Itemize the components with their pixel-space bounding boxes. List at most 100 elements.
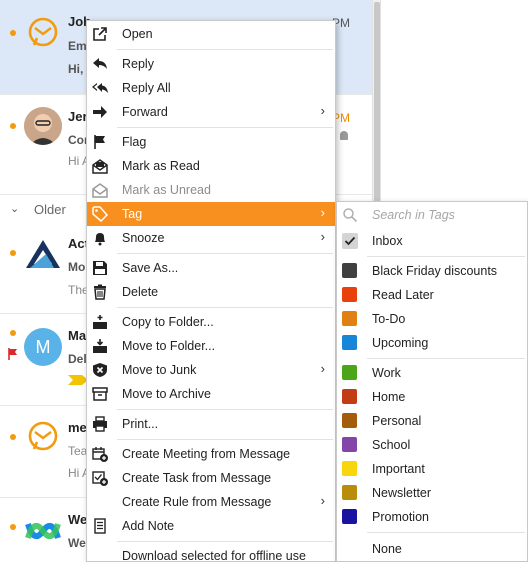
tag-color-swatch — [342, 263, 357, 278]
printer-icon — [92, 416, 108, 432]
archive-icon — [92, 386, 108, 402]
tag-color-swatch — [342, 311, 357, 326]
menu-item-print[interactable]: Print... — [87, 412, 335, 436]
tag-item[interactable]: Personal — [337, 409, 527, 433]
tag-color-swatch — [342, 335, 357, 350]
submenu-separator — [367, 256, 525, 257]
emclient-logo — [24, 418, 62, 456]
tag-item-inbox[interactable]: Inbox — [337, 229, 527, 253]
submenu-arrow-icon: › — [320, 229, 325, 244]
search-icon — [342, 207, 358, 223]
menu-item-tag[interactable]: Tag › — [87, 202, 335, 226]
unread-dot — [10, 250, 16, 256]
rule-icon — [92, 494, 108, 510]
menu-item-download-offline[interactable]: Download selected for offline use — [87, 544, 335, 562]
tag-item[interactable]: Home — [337, 385, 527, 409]
bell-icon — [340, 131, 348, 140]
open-external-icon — [92, 26, 108, 42]
submenu-arrow-icon: › — [320, 205, 325, 220]
tag-item[interactable]: Read Later — [337, 283, 527, 307]
tag-color-swatch — [342, 461, 357, 476]
move-folder-icon — [92, 338, 108, 354]
submenu-arrow-icon: › — [320, 493, 325, 508]
menu-item-save-as[interactable]: Save As... — [87, 256, 335, 280]
sender-name: Ma — [68, 328, 87, 343]
menu-item-create-meeting[interactable]: Create Meeting from Message — [87, 442, 335, 466]
menu-item-move-to-junk[interactable]: Move to Junk › — [87, 358, 335, 382]
save-icon — [92, 260, 108, 276]
menu-item-mark-as-read[interactable]: Mark as Read — [87, 154, 335, 178]
subject: We — [68, 536, 86, 550]
menu-separator — [117, 307, 333, 308]
menu-item-move-to-folder[interactable]: Move to Folder... — [87, 334, 335, 358]
scrollbar-thumb[interactable] — [374, 2, 380, 214]
chevron-down-icon: ⌄ — [10, 203, 20, 215]
menu-item-create-task[interactable]: Create Task from Message — [87, 466, 335, 490]
reply-all-icon — [92, 80, 108, 96]
tag-color-swatch — [342, 509, 357, 524]
menu-separator — [117, 439, 333, 440]
preview: Hi, — [68, 62, 84, 76]
submenu-separator — [367, 358, 525, 359]
menu-item-open[interactable]: Open — [87, 22, 335, 46]
tag-item[interactable]: Work — [337, 361, 527, 385]
menu-item-reply-all[interactable]: Reply All — [87, 76, 335, 100]
reply-icon — [92, 56, 108, 72]
menu-item-forward[interactable]: Forward › — [87, 100, 335, 124]
tag-item[interactable]: School — [337, 433, 527, 457]
submenu-arrow-icon: › — [320, 361, 325, 376]
menu-separator — [117, 541, 333, 542]
context-menu: Open Reply Reply All Forward › Flag Mark… — [86, 20, 336, 562]
tag-item-none[interactable]: None — [337, 537, 527, 561]
menu-separator — [117, 253, 333, 254]
menu-item-delete[interactable]: Delete — [87, 280, 335, 304]
subject: Mo — [68, 260, 86, 274]
sender-name: We — [68, 512, 88, 527]
unread-dot — [10, 123, 16, 129]
mountain-logo — [24, 234, 62, 272]
tag-submenu: Search in Tags Inbox Black Friday discou… — [336, 201, 528, 562]
menu-item-add-note[interactable]: Add Note — [87, 514, 335, 538]
submenu-separator — [367, 532, 525, 533]
tag-color-swatch — [342, 389, 357, 404]
junk-icon — [92, 362, 108, 378]
task-add-icon — [92, 470, 108, 486]
menu-item-flag[interactable]: Flag — [87, 130, 335, 154]
tag-icon — [92, 206, 109, 223]
unread-dot — [10, 524, 16, 530]
unread-dot — [10, 330, 16, 336]
note-icon — [92, 518, 108, 534]
menu-item-create-rule[interactable]: Create Rule from Message › — [87, 490, 335, 514]
menu-separator — [117, 409, 333, 410]
group-label: Older — [34, 202, 66, 217]
trash-icon — [92, 284, 108, 300]
tag-item[interactable]: Promotion — [337, 505, 527, 529]
mark-unread-icon — [92, 182, 108, 198]
unread-dot — [10, 434, 16, 440]
tag-color-swatch — [342, 437, 357, 452]
copy-folder-icon — [92, 314, 108, 330]
subject: Del — [68, 352, 87, 366]
menu-item-reply[interactable]: Reply — [87, 52, 335, 76]
tag-search-input[interactable]: Search in Tags — [337, 202, 527, 228]
tag-item[interactable]: Important — [337, 457, 527, 481]
menu-separator — [117, 49, 333, 50]
sender-name: Jer — [68, 109, 88, 124]
menu-item-copy-to-folder[interactable]: Copy to Folder... — [87, 310, 335, 334]
subject: Tea — [68, 444, 88, 458]
tag-item[interactable]: Newsletter — [337, 481, 527, 505]
menu-item-snooze[interactable]: Snooze › — [87, 226, 335, 250]
tag-item[interactable]: Black Friday discounts — [337, 259, 527, 283]
menu-item-move-to-archive[interactable]: Move to Archive — [87, 382, 335, 406]
avatar-letter: M — [35, 337, 51, 357]
tag-item[interactable]: To-Do — [337, 307, 527, 331]
unread-dot — [10, 30, 16, 36]
tag-color-swatch — [342, 365, 357, 380]
webex-logo — [24, 512, 62, 550]
emclient-logo — [24, 14, 62, 52]
tag-color-swatch — [342, 413, 357, 428]
sender-name: me — [68, 420, 87, 435]
forward-icon — [92, 104, 108, 120]
menu-item-mark-as-unread[interactable]: Mark as Unread — [87, 178, 335, 202]
tag-item[interactable]: Upcoming — [337, 331, 527, 355]
